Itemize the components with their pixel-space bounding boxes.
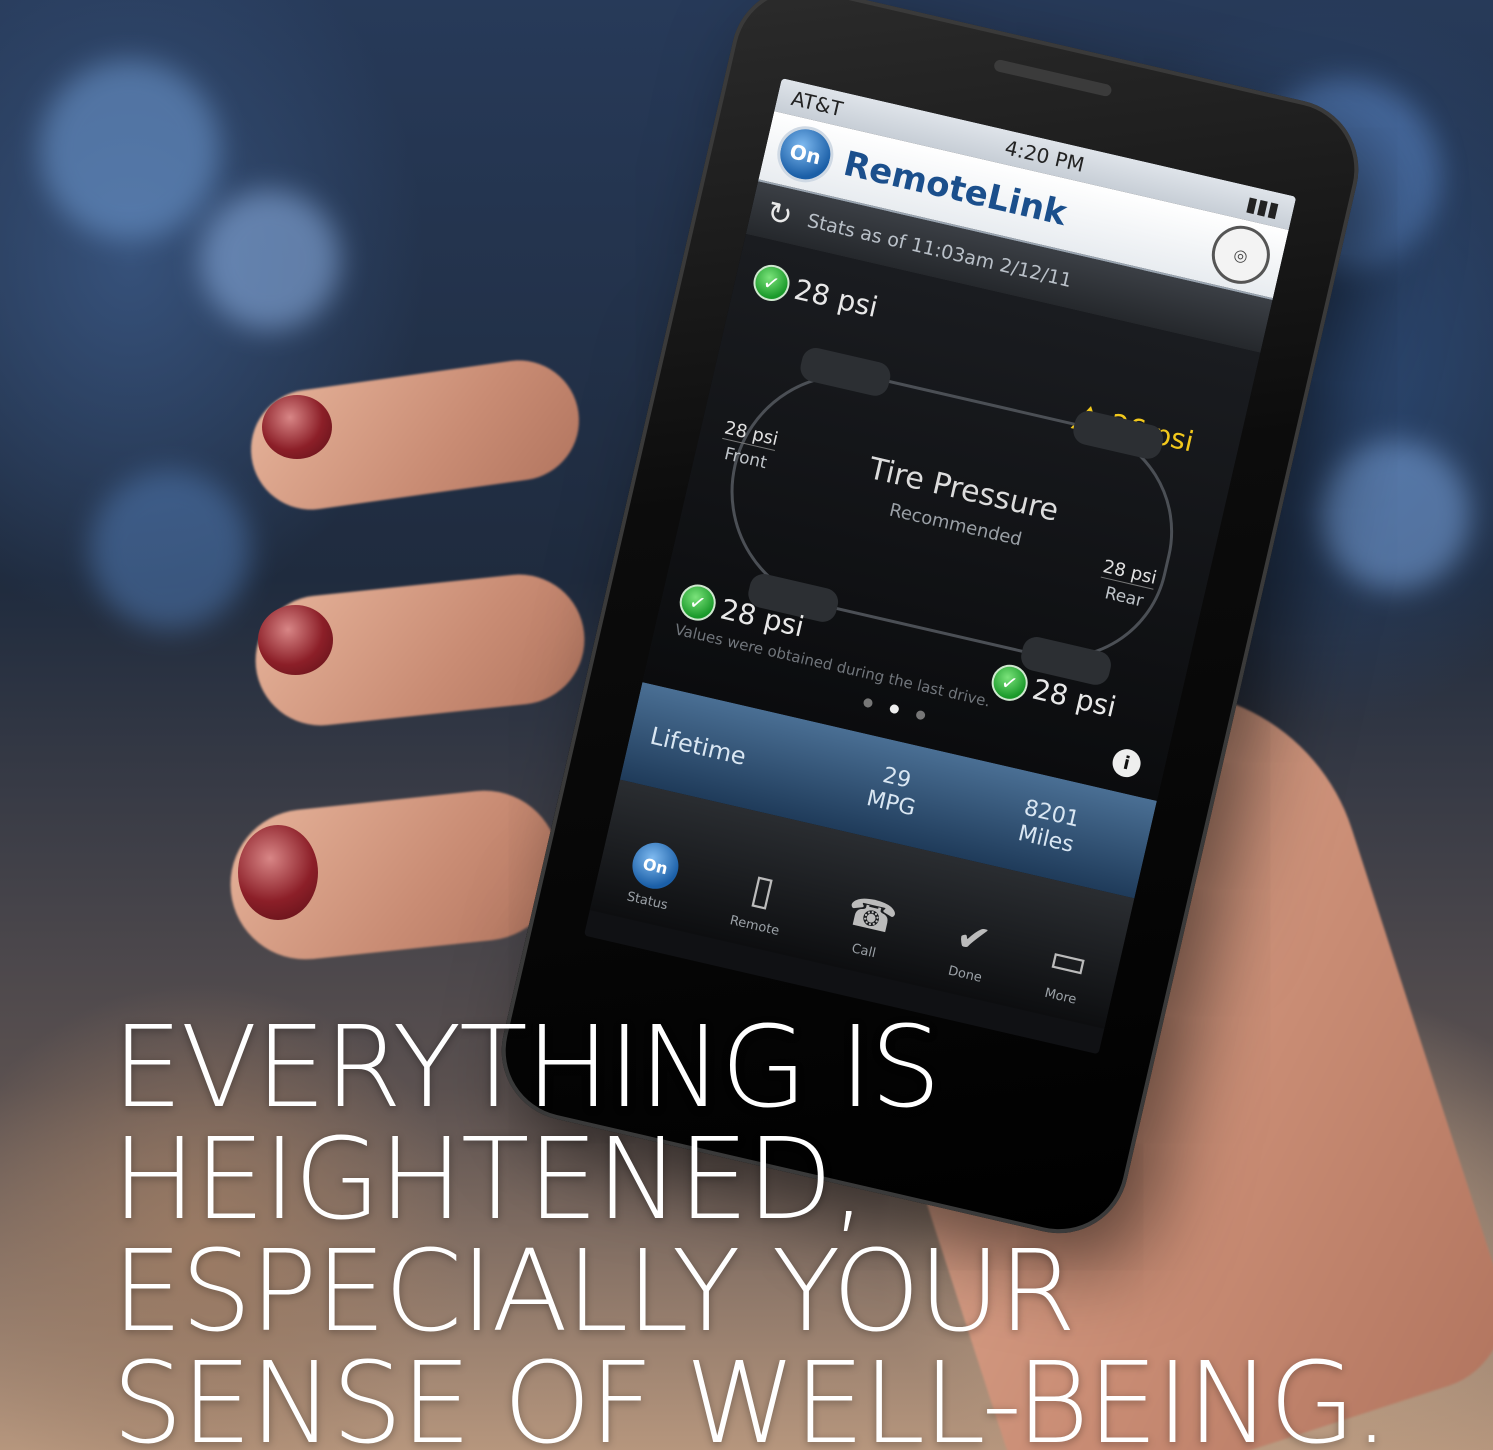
- check-icon: ✓: [749, 261, 794, 305]
- background-bokeh: [1320, 440, 1470, 590]
- page-dot[interactable]: [915, 709, 927, 721]
- tab-label: Remote: [728, 913, 781, 940]
- headline-line-1: EVERYTHING IS: [112, 1003, 941, 1133]
- front-recommended: 28 psi Front: [717, 417, 781, 474]
- wheel-front-left: [797, 345, 894, 399]
- check-icon: ✓: [676, 580, 720, 625]
- headline: EVERYTHING IS HEIGHTENED, ESPECIALLY YOU…: [112, 1003, 1389, 1450]
- key-fob-icon: ▯: [746, 865, 779, 916]
- check-icon: ✓: [988, 661, 1032, 705]
- fingernail: [238, 825, 318, 920]
- lifetime-miles: 8201 Miles: [965, 784, 1132, 871]
- tire-value: 28 psi: [791, 272, 882, 324]
- page-dot[interactable]: [862, 697, 874, 709]
- page-indicator[interactable]: [862, 697, 927, 721]
- headline-line-3: ESPECIALLY YOUR: [112, 1227, 1076, 1357]
- tab-done[interactable]: ✔ Done: [947, 913, 995, 986]
- tab-more[interactable]: ▭ More: [1040, 935, 1092, 1009]
- tire-pressure-title: Tire Pressure Recommended: [859, 451, 1061, 557]
- phone-screen: AT&T 4:20 PM ▮▮▮ On RemoteLink ◎ ↻ Stats…: [583, 78, 1297, 1055]
- page-dot[interactable]: [888, 703, 900, 715]
- earpiece-speaker: [993, 58, 1113, 98]
- info-icon[interactable]: i: [1109, 746, 1144, 780]
- fingernail: [262, 395, 332, 459]
- vehicle-badge-icon[interactable]: ◎: [1206, 220, 1276, 290]
- background-bokeh: [200, 190, 340, 330]
- tab-label: Status: [625, 889, 670, 914]
- headline-line-2: HEIGHTENED,: [112, 1115, 867, 1245]
- lifetime-label: Lifetime: [647, 721, 749, 771]
- lifetime-mpg: 29 MPG: [810, 748, 977, 835]
- tab-remote[interactable]: ▯ Remote: [728, 862, 792, 939]
- background-bokeh: [90, 470, 250, 630]
- tab-status[interactable]: On Status: [623, 838, 684, 914]
- onstar-logo: On: [771, 120, 839, 188]
- checkmark-icon: ✔: [951, 912, 995, 966]
- tab-label: Call: [850, 941, 878, 962]
- battery-icon: ▮▮▮: [1243, 191, 1282, 222]
- front-recommended-label: Front: [722, 444, 769, 474]
- tab-call[interactable]: ☎ Call: [838, 887, 902, 964]
- tire-front-left: ✓ 28 psi: [749, 261, 882, 325]
- rear-recommended: 28 psi Rear: [1095, 556, 1159, 613]
- tab-label: More: [1043, 985, 1078, 1008]
- rear-recommended-label: Rear: [1102, 583, 1146, 612]
- headline-line-4: SENSE OF WELL-BEING.: [112, 1339, 1389, 1450]
- refresh-icon[interactable]: ↻: [764, 194, 796, 234]
- background-bokeh: [40, 60, 220, 240]
- car-icon: ▭: [1045, 934, 1093, 988]
- photo-scene: AT&T 4:20 PM ▮▮▮ On RemoteLink ◎ ↻ Stats…: [0, 0, 1493, 1450]
- fingernail: [258, 605, 333, 675]
- phone-icon: ☎: [842, 887, 902, 944]
- tab-label: Done: [946, 963, 984, 986]
- onstar-icon: On: [627, 838, 684, 894]
